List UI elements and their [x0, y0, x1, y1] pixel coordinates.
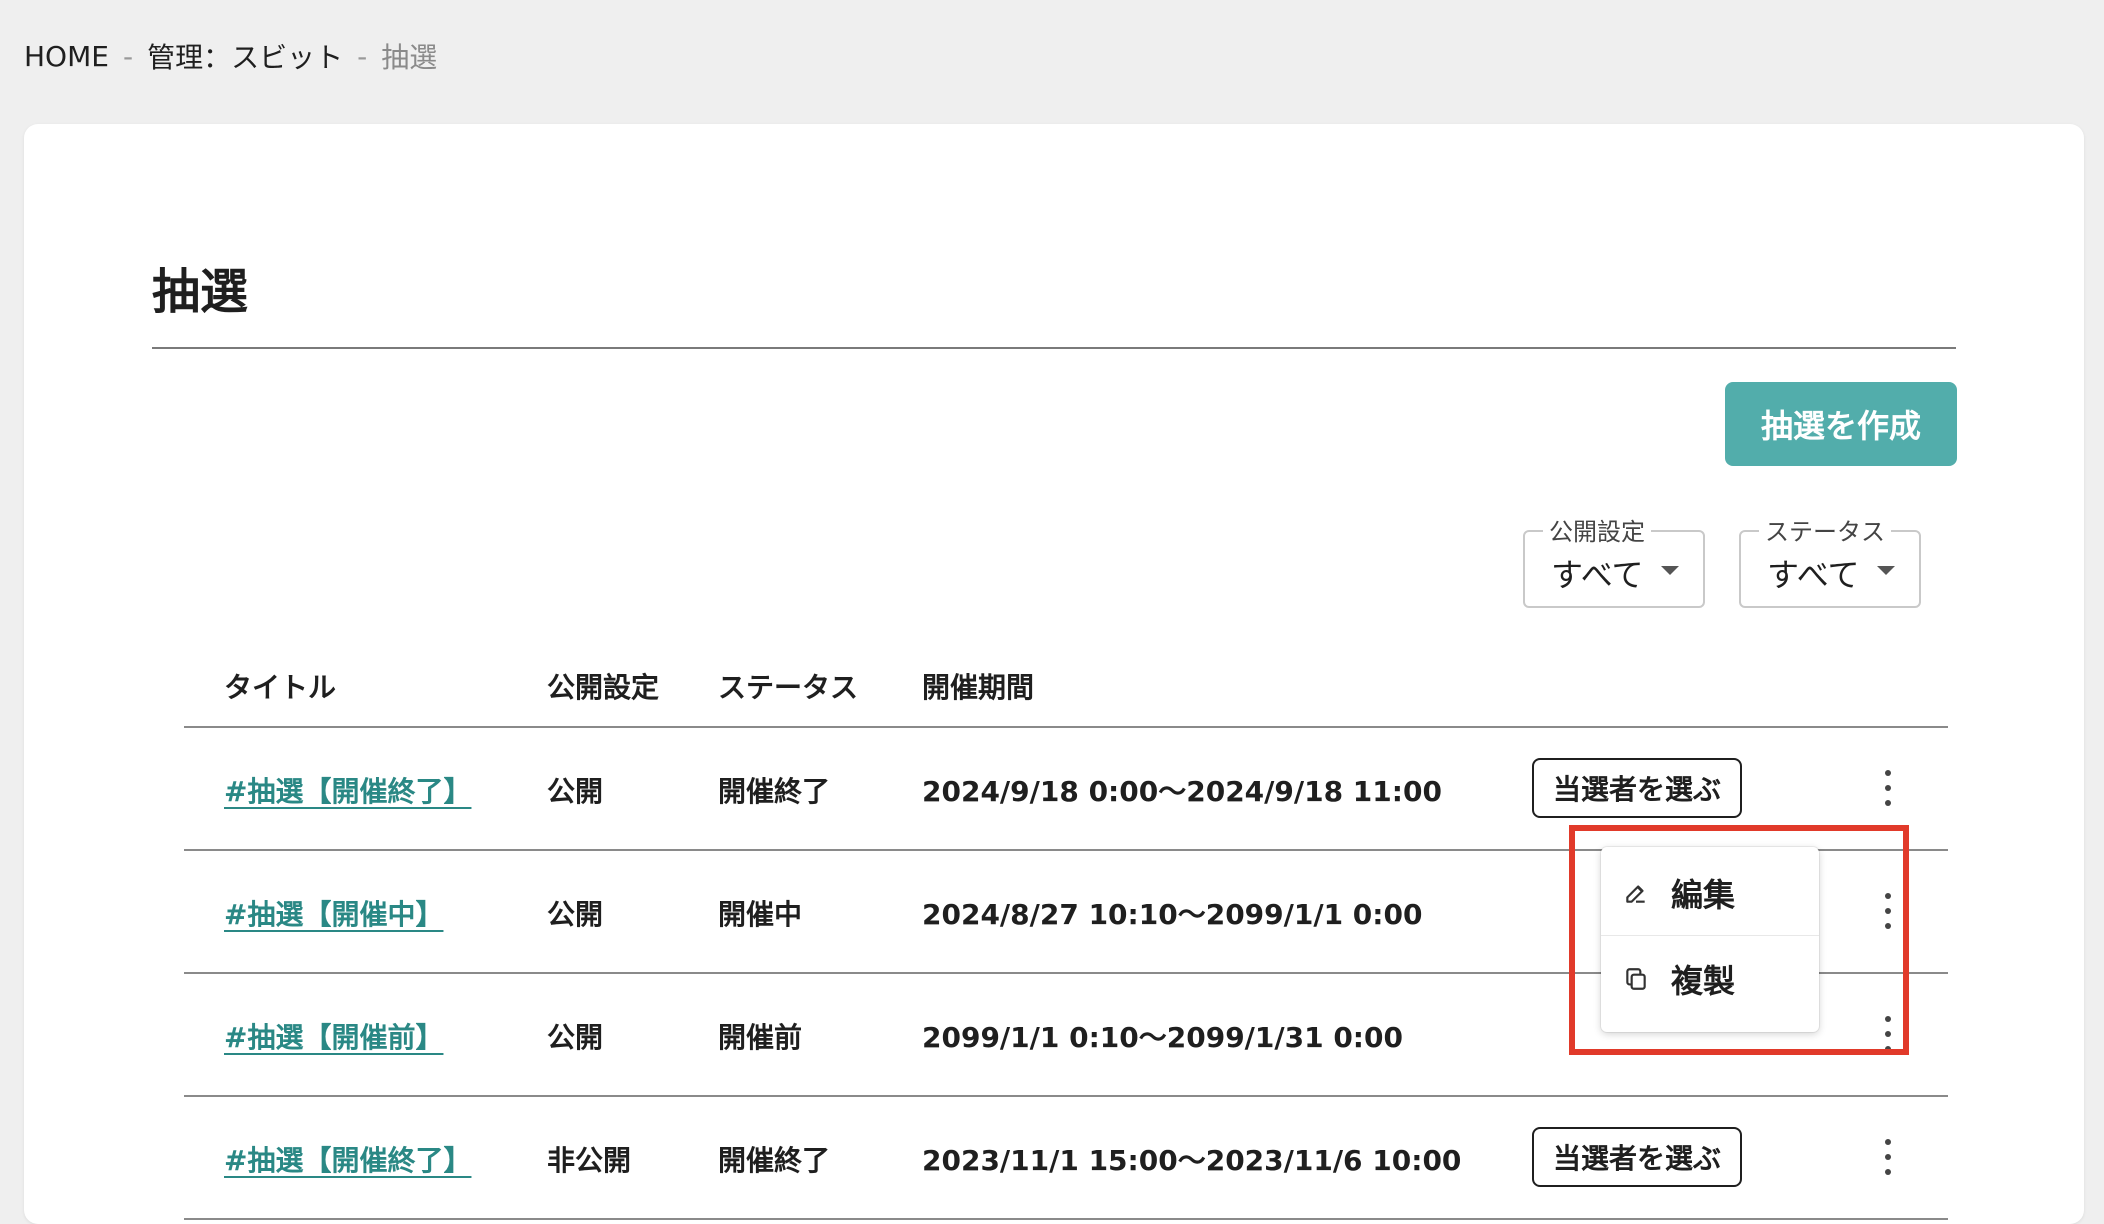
status-cell: 開催中 [718, 898, 803, 931]
select-winner-button[interactable]: 当選者を選ぶ [1532, 758, 1742, 818]
publish-cell: 公開 [547, 898, 604, 931]
status-cell: 開催前 [718, 1021, 803, 1054]
period-cell: 2023/11/1 15:00〜2023/11/6 10:00 [922, 1144, 1462, 1177]
breadcrumb: HOME - 管理：スビット - 抽選 [24, 36, 437, 76]
status-filter-value: すべて [1767, 556, 1860, 594]
breadcrumb-separator: - [357, 39, 368, 73]
caret-down-icon [1661, 566, 1679, 575]
status-filter-select[interactable]: ステータス すべて [1739, 512, 1921, 608]
publish-filter-select[interactable]: 公開設定 すべて [1523, 512, 1705, 608]
create-lottery-button[interactable]: 抽選を作成 [1725, 382, 1957, 466]
lottery-title-link[interactable]: #抽選【開催前】 [224, 1016, 443, 1056]
publish-filter-label: 公開設定 [1543, 512, 1651, 547]
breadcrumb-home-link[interactable]: HOME [24, 40, 109, 73]
page-title: 抽選 [152, 264, 249, 320]
publish-cell: 公開 [547, 1021, 604, 1054]
breadcrumb-parent-link[interactable]: 管理：スビット [147, 36, 343, 76]
status-cell: 開催終了 [718, 775, 831, 808]
header-status: ステータス [718, 671, 859, 704]
publish-filter-value: すべて [1551, 556, 1644, 594]
more-vertical-icon[interactable] [1870, 766, 1906, 810]
more-vertical-icon[interactable] [1870, 1135, 1906, 1179]
header-period: 開催期間 [922, 671, 1035, 704]
table-header: タイトル 公開設定 ステータス 開催期間 [184, 630, 1948, 728]
header-publish: 公開設定 [547, 671, 660, 704]
title-divider [152, 347, 1956, 349]
caret-down-icon [1877, 566, 1895, 575]
lottery-title-link[interactable]: #抽選【開催終了】 [224, 770, 471, 810]
highlight-annotation-box [1569, 825, 1909, 1055]
period-cell: 2099/1/1 0:10〜2099/1/31 0:00 [922, 1021, 1403, 1054]
header-title: タイトル [224, 671, 337, 704]
lottery-title-link[interactable]: #抽選【開催終了】 [224, 1139, 471, 1179]
lottery-title-link[interactable]: #抽選【開催中】 [224, 893, 443, 933]
select-winner-button[interactable]: 当選者を選ぶ [1532, 1127, 1742, 1187]
breadcrumb-current: 抽選 [381, 41, 438, 74]
status-cell: 開催終了 [718, 1144, 831, 1177]
status-filter-label: ステータス [1759, 512, 1891, 547]
period-cell: 2024/8/27 10:10〜2099/1/1 0:00 [922, 898, 1423, 931]
table-row: #抽選【開催終了】 非公開 開催終了 2023/11/1 15:00〜2023/… [184, 1097, 1948, 1220]
publish-cell: 公開 [547, 775, 604, 808]
period-cell: 2024/9/18 0:00〜2024/9/18 11:00 [922, 775, 1442, 808]
publish-cell: 非公開 [547, 1144, 632, 1177]
breadcrumb-separator: - [122, 39, 134, 73]
